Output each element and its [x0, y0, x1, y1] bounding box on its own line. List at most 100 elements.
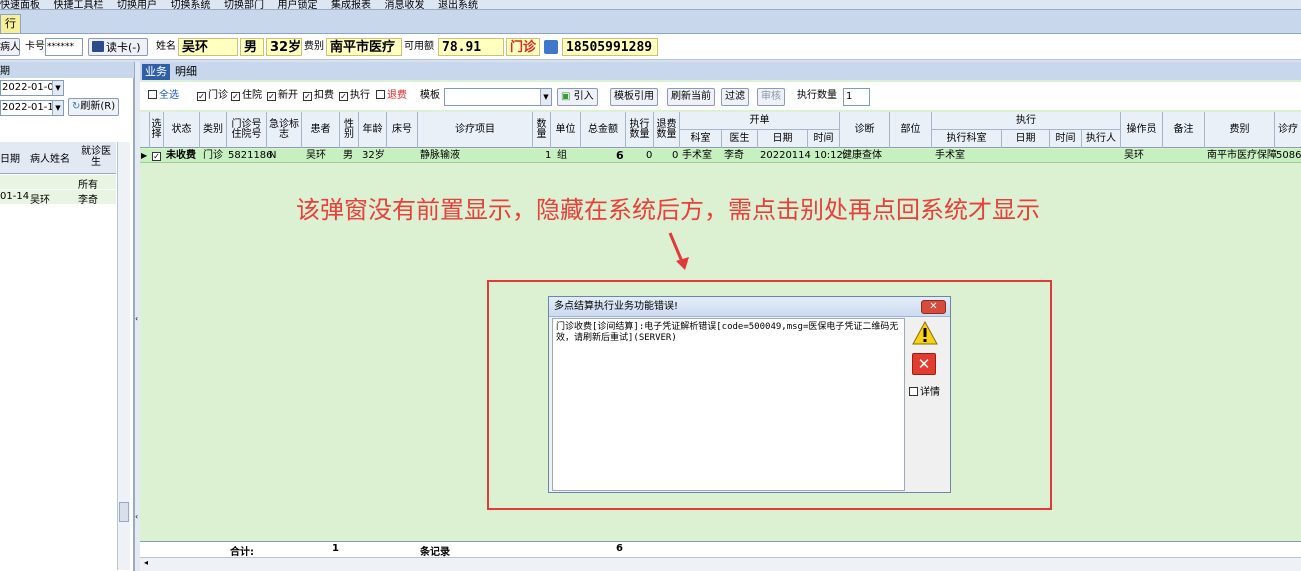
row-qty: 1	[545, 150, 552, 161]
col-order-date: 日期	[758, 130, 808, 148]
toolbar-item-quick-tools[interactable]: 快捷工具栏	[54, 0, 104, 9]
row-refund-qty: 0	[672, 150, 679, 161]
scroll-left-icon[interactable]: ◂	[144, 558, 148, 567]
select-all-label: 全选	[159, 90, 179, 101]
fee-type-label: 费别	[304, 41, 324, 52]
card-number-field[interactable]: ******	[45, 38, 83, 56]
col-patient-name: 病人姓名	[30, 154, 70, 165]
toolbar-item-lock[interactable]: 用户锁定	[278, 0, 318, 9]
col-emergency: 急诊标志	[267, 112, 302, 148]
import-icon: ▣	[561, 91, 571, 102]
checkbox-icon	[909, 387, 918, 396]
toolbar-item-messages[interactable]: 消息收发	[385, 0, 425, 9]
patient-age: 32岁	[266, 38, 302, 56]
row-tail: 5086	[1276, 150, 1301, 161]
row-indicator-header	[140, 112, 150, 148]
filter-button[interactable]: 过滤	[721, 88, 749, 106]
toolbar-item-switch-system[interactable]: 切换系统	[171, 0, 211, 9]
checkbox-icon	[376, 90, 385, 99]
refund-checkbox[interactable]: 退费	[376, 88, 407, 106]
select-all-checkbox[interactable]: 全选	[148, 88, 179, 106]
module-tab[interactable]: 行	[0, 14, 21, 33]
row-order-datetime: 20220114 10:12:	[760, 150, 847, 161]
phone-icon	[544, 40, 558, 54]
date-from-picker[interactable]: 2022-01-07 ▼	[0, 80, 64, 96]
refund-label: 退费	[387, 90, 407, 101]
execute-label: 执行	[350, 90, 370, 101]
refresh-current-button[interactable]: 刷新当前	[667, 88, 715, 106]
row-total: 6	[616, 149, 624, 162]
row-pointer-icon: ▶	[141, 151, 148, 160]
date-from-row: 2022-01-07 ▼	[0, 80, 134, 100]
collapse-left-icon[interactable]: ‹	[135, 512, 138, 521]
col-doctor: 就诊医生	[81, 146, 111, 168]
import-button[interactable]: ▣ 引入	[557, 88, 598, 106]
chevron-down-icon[interactable]: ▼	[52, 81, 63, 95]
date-to-picker[interactable]: 2022-01-14 ▼	[0, 100, 64, 116]
chevron-down-icon[interactable]: ▼	[52, 101, 63, 115]
date-to-row: 2022-01-14 ▼ ↻刷新(R)	[0, 98, 134, 120]
col-bed: 床号	[387, 112, 418, 148]
footer-qty-sum: 1	[332, 543, 339, 554]
template-ref-button[interactable]: 模板引用	[610, 88, 658, 106]
details-label: 详情	[920, 387, 940, 398]
toolbar-item-switch-user[interactable]: 切换用户	[117, 0, 157, 9]
read-card-button[interactable]: 读卡(-)	[88, 38, 148, 56]
col-age: 年龄	[359, 112, 387, 148]
row-gender: 男	[343, 150, 353, 161]
toolbar-item-exit[interactable]: 退出系统	[438, 0, 478, 9]
chevron-down-icon[interactable]: ▼	[540, 89, 551, 105]
col-remark: 备注	[1163, 112, 1205, 148]
left-scrollbar[interactable]	[117, 142, 130, 570]
list-item[interactable]: 01-14 吴环 李奇	[0, 190, 116, 206]
footer-total-label: 合计:	[230, 547, 254, 558]
audit-button[interactable]: 审核	[757, 88, 785, 106]
template-select[interactable]: ▼	[444, 88, 552, 106]
row-fee-type: 南平市医疗保障	[1207, 150, 1277, 161]
patient-type-button[interactable]: 病人	[0, 38, 20, 56]
visit-list-header: 日期 病人姓名 就诊医生	[0, 142, 116, 174]
refresh-button[interactable]: ↻刷新(R)	[68, 98, 120, 116]
execute-checkbox[interactable]: ✓ 执行	[339, 88, 370, 106]
details-checkbox[interactable]: 详情	[909, 383, 940, 398]
opd-label: 门诊	[208, 90, 228, 101]
dialog-message: 门诊收费[诊间结算]:电子凭证解析错误[code=500049,msg=医保电子…	[552, 318, 905, 491]
row-select-checkbox[interactable]: ✓	[152, 149, 163, 162]
col-exec-date: 日期	[1002, 130, 1050, 148]
grid-header: 选择 状态 类别 门诊号住院号 急诊标志 患者 性别 年龄 床号 诊疗项目 数量…	[140, 112, 1301, 148]
col-total: 总金额	[581, 112, 626, 148]
row-age: 32岁	[362, 150, 385, 161]
exec-count-input[interactable]: 1	[843, 88, 870, 106]
toolbar-item-switch-dept[interactable]: 切换部门	[224, 0, 264, 9]
row-emergency: N	[269, 150, 277, 161]
opd-checkbox[interactable]: ✓ 门诊	[197, 88, 228, 106]
toolbar-item-quick-panel[interactable]: 快速面板	[0, 0, 40, 9]
list-item-all[interactable]: 所有	[0, 175, 116, 191]
charge-checkbox[interactable]: ✓ 扣费	[303, 88, 334, 106]
col-exec-qty: 执行数量	[626, 112, 654, 148]
table-row[interactable]: ▶ ✓ 未收费 门诊 5821186 N 吴环 男 32岁 静脉输液 1 组 6…	[140, 149, 1301, 163]
refresh-label: 刷新(R)	[80, 101, 116, 112]
col-patient: 患者	[302, 112, 340, 148]
close-icon[interactable]: ✕	[921, 300, 946, 314]
col-item: 诊疗项目	[418, 112, 533, 148]
patient-gender: 男	[240, 38, 264, 56]
row-opd-no: 5821186	[228, 150, 273, 161]
tab-business[interactable]: 业务	[142, 64, 170, 80]
inpatient-checkbox[interactable]: ✓ 住院	[231, 88, 262, 106]
checkbox-checked-icon: ✓	[339, 92, 348, 101]
new-label: 新开	[278, 90, 298, 101]
row-category: 门诊	[203, 150, 223, 161]
import-label: 引入	[573, 91, 594, 102]
new-checkbox[interactable]: ✓ 新开	[267, 88, 298, 106]
horizontal-scrollbar[interactable]: ◂	[140, 557, 1301, 571]
collapse-left-icon[interactable]: ‹	[135, 314, 138, 323]
col-unit: 单位	[551, 112, 581, 148]
list-item-all-label: 所有	[78, 180, 98, 191]
tab-detail[interactable]: 明细	[172, 64, 200, 80]
toolbar-item-reports[interactable]: 集成报表	[331, 0, 371, 9]
scroll-thumb[interactable]	[119, 502, 129, 522]
checkbox-checked-icon: ✓	[267, 92, 276, 101]
col-order-group: 开单	[680, 112, 840, 130]
warning-icon	[912, 321, 938, 345]
